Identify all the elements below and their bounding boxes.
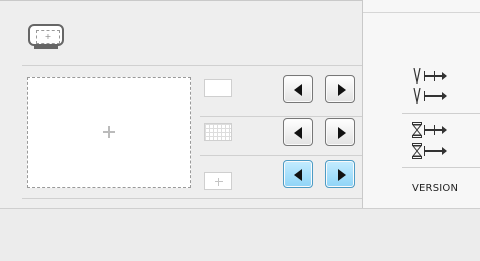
- row2-right-button[interactable]: [325, 118, 355, 146]
- tick: [434, 125, 435, 135]
- row1-right-button[interactable]: [325, 75, 355, 103]
- tick: [434, 71, 435, 81]
- right-arrow-icon: [338, 84, 346, 96]
- embroidery-frame-icon: +: [28, 24, 64, 46]
- background-grid-thumb: [204, 123, 232, 141]
- divider: [402, 113, 480, 114]
- row3-left-button[interactable]: [283, 160, 313, 188]
- frame-foot: [34, 46, 58, 49]
- side-panel: [363, 0, 480, 208]
- tick: [424, 71, 425, 81]
- screen: + VERSION: [0, 0, 480, 261]
- hourglass-width-indicator: [412, 122, 472, 138]
- tick: [424, 91, 425, 101]
- left-arrow-icon: [294, 127, 302, 139]
- row3-right-button[interactable]: [325, 160, 355, 188]
- divider: [22, 65, 362, 66]
- left-arrow-icon: [294, 84, 302, 96]
- length-arrow-icon: [424, 91, 447, 101]
- needle-width-indicator: [412, 68, 472, 84]
- hourglass-icon: [412, 143, 422, 159]
- left-arrow-icon: [294, 169, 302, 181]
- frame-center-glyph: +: [36, 30, 60, 44]
- center-cross-icon: [215, 178, 223, 186]
- tick: [424, 146, 425, 156]
- background-plain-thumb: [204, 79, 232, 97]
- version-label: VERSION: [412, 183, 459, 194]
- embroidery-frame-button[interactable]: +: [28, 24, 66, 50]
- hourglass-icon: [412, 122, 422, 138]
- needle-length-indicator: [412, 88, 472, 104]
- hourglass-length-indicator: [412, 143, 472, 159]
- width-arrow-icon: [424, 125, 447, 135]
- length-arrow-icon: [424, 146, 447, 156]
- width-arrow-icon: [424, 71, 447, 81]
- center-cross-icon: [103, 126, 115, 138]
- right-arrow-icon: [338, 169, 346, 181]
- divider: [200, 155, 362, 156]
- row2-left-button[interactable]: [283, 118, 313, 146]
- row1-left-button[interactable]: [283, 75, 313, 103]
- divider: [402, 167, 480, 168]
- background-cross-thumb: [204, 172, 232, 190]
- divider: [363, 12, 480, 13]
- pattern-preview: [27, 77, 191, 188]
- tick: [424, 125, 425, 135]
- divider: [22, 198, 362, 199]
- divider: [200, 116, 362, 117]
- needle-icon: [413, 88, 421, 104]
- bottom-panel: [0, 208, 480, 261]
- right-arrow-icon: [338, 127, 346, 139]
- needle-icon: [413, 68, 421, 84]
